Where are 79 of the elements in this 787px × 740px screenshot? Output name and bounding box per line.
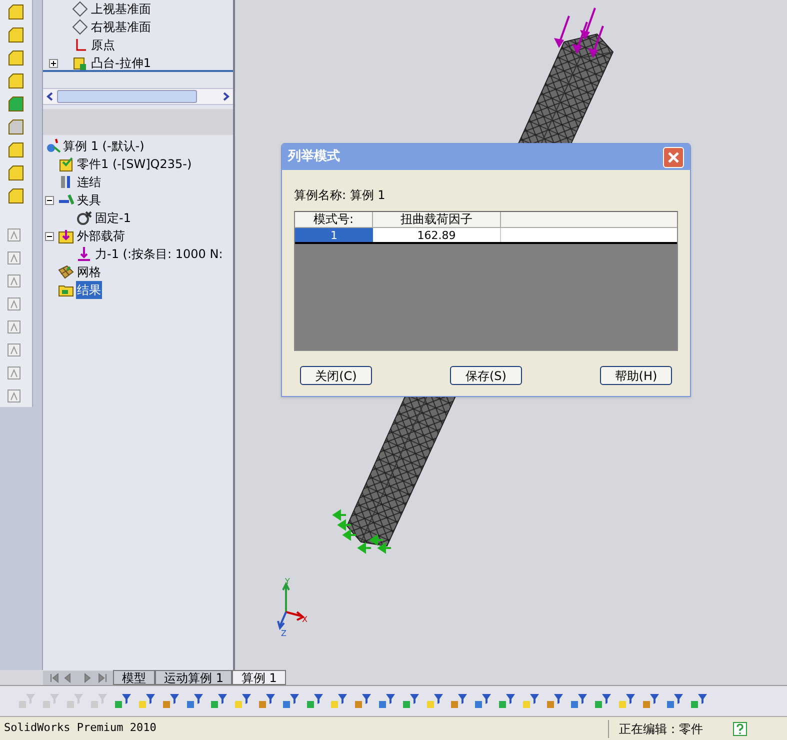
collapse-icon[interactable] — [45, 196, 54, 204]
feature-tool-icon[interactable] — [7, 142, 25, 159]
bottom-tab[interactable]: 算例 1 — [232, 670, 286, 685]
loads-icon — [58, 228, 74, 244]
table-cell[interactable]: 162.89 — [373, 228, 501, 242]
tree-item[interactable]: 零件1 (-[SW]Q235-) — [76, 155, 193, 173]
dialog-title: 列举模式 — [288, 148, 340, 166]
filter-icon[interactable] — [642, 692, 660, 710]
feature-tool-icon[interactable] — [7, 73, 25, 90]
filter-icon[interactable] — [354, 692, 372, 710]
tree-item[interactable]: 网格 — [76, 263, 102, 281]
study-icon — [45, 138, 61, 154]
filter-icon[interactable] — [306, 692, 324, 710]
expand-icon[interactable] — [49, 58, 58, 68]
status-text: SolidWorks Premium 2010 — [4, 720, 156, 736]
feature-tool-icon[interactable] — [7, 188, 25, 205]
filter-icon[interactable] — [378, 692, 396, 710]
tree-item[interactable]: 原点 — [91, 36, 115, 54]
fixed-icon — [76, 210, 92, 226]
filter-icon[interactable] — [186, 692, 204, 710]
help-icon[interactable] — [733, 722, 747, 736]
filter-icon[interactable] — [426, 692, 444, 710]
feature-tool-icon[interactable] — [7, 165, 25, 182]
dialog-button[interactable]: 保存(S) — [450, 366, 522, 385]
feature-tool-icon[interactable] — [7, 4, 25, 21]
filter-icon[interactable] — [594, 692, 612, 710]
bottom-tab[interactable]: 模型 — [113, 670, 155, 685]
filter-icon[interactable] — [330, 692, 348, 710]
mesh-icon — [58, 264, 74, 280]
feature-tool-icon[interactable] — [7, 50, 25, 67]
dialog-button[interactable]: 关闭(C) — [300, 366, 372, 385]
filter-icon[interactable] — [690, 692, 708, 710]
horizontal-scrollbar[interactable] — [43, 88, 233, 105]
tree-item[interactable]: 连结 — [76, 173, 102, 191]
feature-icon — [72, 55, 88, 71]
filter-icon[interactable] — [666, 692, 684, 710]
tree-item[interactable]: 凸台-拉伸1 — [91, 54, 151, 72]
part-icon — [58, 156, 74, 172]
tree-item[interactable]: 夹具 — [76, 191, 102, 209]
filter-icon[interactable] — [546, 692, 564, 710]
tree-item[interactable]: 力-1 (:按条目: 1000 N: — [94, 245, 224, 263]
filter-icon[interactable] — [162, 692, 180, 710]
feature-tool-icon[interactable] — [7, 27, 25, 44]
axis-label: Z — [281, 629, 286, 638]
plane-icon — [72, 19, 88, 35]
filter-icon[interactable] — [498, 692, 516, 710]
bottom-tab[interactable]: 运动算例 1 — [155, 670, 232, 685]
dialog-button[interactable]: 帮助(H) — [600, 366, 672, 385]
tab-scroll-arrows-icon[interactable] — [43, 671, 113, 685]
filter-icon[interactable] — [210, 692, 228, 710]
plane-icon — [72, 1, 88, 17]
close-icon — [668, 152, 679, 162]
feature-tool-icon[interactable] — [7, 96, 25, 113]
tree-item[interactable]: 右视基准面 — [91, 18, 151, 36]
fixture-drawing — [333, 509, 392, 553]
filter-icon[interactable] — [114, 692, 132, 710]
filter-icon[interactable] — [618, 692, 636, 710]
tree-item[interactable]: 结果 — [76, 281, 102, 299]
collapse-icon[interactable] — [45, 232, 54, 240]
tree-item[interactable]: 算例 1 (-默认-) — [63, 137, 144, 155]
filter-icon[interactable] — [282, 692, 300, 710]
table-cell[interactable]: 1 — [295, 228, 373, 242]
filter-icon[interactable] — [450, 692, 468, 710]
filter-icon[interactable] — [402, 692, 420, 710]
tree-item[interactable]: 固定-1 — [94, 209, 132, 227]
load-arrows-drawing — [554, 8, 604, 58]
close-button[interactable] — [663, 146, 684, 168]
study-name-label: 算例名称: 算例 1 — [294, 187, 386, 204]
filter-icon[interactable] — [234, 692, 252, 710]
filter-icon[interactable] — [570, 692, 588, 710]
tree-item[interactable]: 外部载荷 — [76, 227, 126, 245]
tree-item[interactable]: 上视基准面 — [91, 0, 151, 18]
filter-icon[interactable] — [522, 692, 540, 710]
filter-icon[interactable] — [474, 692, 492, 710]
force-icon — [76, 246, 92, 262]
axis-label: Y — [285, 577, 290, 586]
feature-tool-icon[interactable] — [7, 119, 25, 136]
filter-icon[interactable] — [258, 692, 276, 710]
filter-icon[interactable] — [138, 692, 156, 710]
